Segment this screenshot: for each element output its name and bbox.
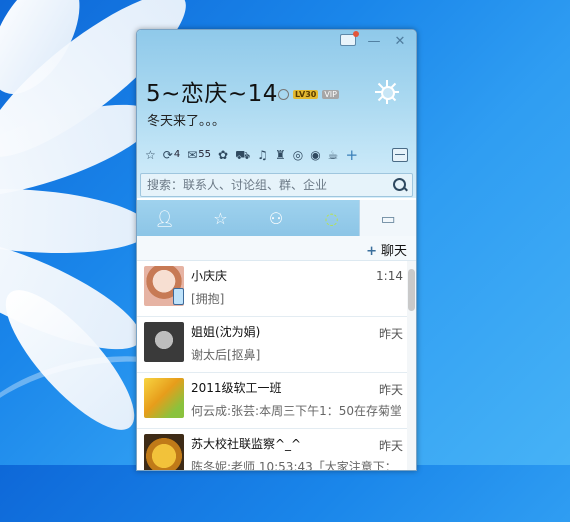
qq-main-window: — ✕ 5~恋庆~14 LV30 VIP 冬天来了。。。 ☆ ⟳ 4 ✉ 55 ✿ … <box>136 29 417 471</box>
weather-sun-icon[interactable] <box>375 80 399 104</box>
qzone-icon: ◌ <box>324 208 339 228</box>
scrollbar[interactable] <box>407 261 416 470</box>
person-icon: 👤︎ <box>154 208 175 228</box>
message-time: 昨天 <box>378 439 403 453</box>
qzone-tab[interactable]: ◌ <box>304 200 360 236</box>
groups-tab[interactable]: ⚇ <box>248 200 304 236</box>
message-time: 1:14 <box>376 269 403 283</box>
message-time: 昨天 <box>378 383 403 397</box>
minimize-button[interactable]: — <box>366 34 382 50</box>
session-list: 小庆庆 [拥抱] 1:14 姐姐(沈为娟) 谢太后[抠鼻] 昨天 2011级软工… <box>137 261 407 470</box>
mail-count: 55 <box>198 149 211 160</box>
main-menu-icon[interactable] <box>392 148 408 162</box>
list-item[interactable]: 小庆庆 [拥抱] 1:14 <box>137 261 407 317</box>
avatar[interactable] <box>144 434 184 470</box>
skin-icon <box>340 31 359 46</box>
sessions-tab[interactable]: ▭ <box>359 200 416 236</box>
last-message: 谢太后[抠鼻] <box>191 348 261 362</box>
profile-header: — ✕ 5~恋庆~14 LV30 VIP 冬天来了。。。 ☆ ⟳ 4 ✉ 55 ✿ … <box>137 30 416 198</box>
mobile-online-icon <box>173 288 184 305</box>
contacts-tab[interactable]: 👤︎ <box>137 200 193 236</box>
plus-icon: + <box>366 244 377 259</box>
bag-icon[interactable]: ♜ <box>275 147 286 163</box>
avatar[interactable] <box>144 378 184 418</box>
scrollbar-thumb[interactable] <box>408 269 415 311</box>
list-item[interactable]: 2011级软工一班 何云成:张芸:本周三下午1：50在存菊堂 昨天 <box>137 373 407 429</box>
contact-name: 小庆庆 <box>191 269 228 283</box>
level-badge[interactable]: LV30 <box>293 90 319 99</box>
favorites-tab[interactable]: ☆ <box>193 200 249 236</box>
cart-icon[interactable]: ⛟ <box>235 147 250 163</box>
status-icons: LV30 VIP <box>278 89 339 100</box>
mail-icon[interactable]: ✉ 55 <box>187 147 211 163</box>
contact-name: 姐姐(沈为娟) <box>191 325 261 339</box>
game-icon[interactable]: ◎ <box>293 147 303 163</box>
new-chat-button[interactable]: + 聊天 <box>366 240 407 259</box>
message-time: 昨天 <box>378 327 403 341</box>
chat-label: 聊天 <box>380 244 407 259</box>
qzone-count: 4 <box>173 149 181 160</box>
list-item[interactable]: 姐姐(沈为娟) 谢太后[抠鼻] 昨天 <box>137 317 407 373</box>
search-icon[interactable] <box>393 178 406 191</box>
search-box <box>140 173 413 197</box>
avatar[interactable] <box>144 322 184 362</box>
app-toolbar: ☆ ⟳ 4 ✉ 55 ✿ ⛟ ♫ ♜ ◎ ◉ ☕ + <box>145 147 358 163</box>
buddy-icon[interactable]: ◉ <box>310 147 320 163</box>
star-icon[interactable]: ☆ <box>145 147 156 163</box>
skin-button[interactable] <box>340 31 359 50</box>
group-icon: ⚇ <box>268 208 284 228</box>
session-toolbar: + 聊天 <box>137 236 416 261</box>
pet-icon[interactable]: ✿ <box>218 147 228 163</box>
last-message: [拥抱] <box>191 292 225 306</box>
add-icon[interactable]: + <box>345 147 358 163</box>
main-tabs: 👤︎ ☆ ⚇ ◌ ▭ <box>137 200 416 236</box>
vip-badge[interactable]: VIP <box>322 90 339 99</box>
chat-bubble-icon: ▭ <box>380 208 396 228</box>
nickname[interactable]: 5~恋庆~14 <box>146 74 278 108</box>
last-message: 何云成:张芸:本周三下午1：50在存菊堂 <box>191 404 401 418</box>
close-button[interactable]: ✕ <box>392 34 408 50</box>
star-icon: ☆ <box>213 208 228 228</box>
signature-text[interactable]: 冬天来了。。。 <box>147 110 225 129</box>
music-icon[interactable]: ♫ <box>257 147 268 163</box>
search-input[interactable] <box>141 174 387 196</box>
coffee-icon[interactable]: ☕ <box>328 147 339 163</box>
contact-name: 苏大校社联监察^_^ <box>191 437 302 451</box>
contact-name: 2011级软工一班 <box>191 381 282 395</box>
online-time-icon[interactable] <box>278 89 289 100</box>
qzone-icon[interactable]: ⟳ 4 <box>163 147 180 163</box>
title-controls: — ✕ <box>340 31 408 50</box>
wallpaper-petal <box>0 181 152 261</box>
